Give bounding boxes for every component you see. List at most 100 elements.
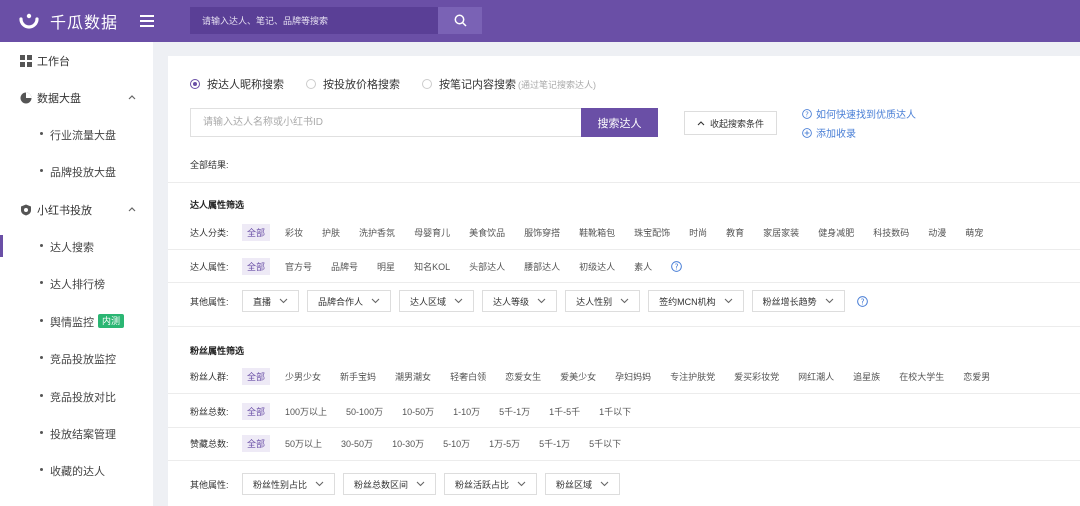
tag-category[interactable]: 母婴育儿 <box>414 226 450 239</box>
sidebar-subitem-favorites[interactable]: 收藏的达人 <box>0 459 153 481</box>
add-record-link[interactable]: 添加收录 <box>802 125 856 140</box>
tag-crowd[interactable]: 爱美少女 <box>560 370 596 383</box>
dropdown-label: 签约MCN机构 <box>659 296 716 307</box>
tag-attribute[interactable]: 素人 <box>634 260 652 273</box>
tag-crowd[interactable]: 孕妇妈妈 <box>615 370 651 383</box>
tag-category[interactable]: 护肤 <box>322 226 340 239</box>
tag-category[interactable]: 动漫 <box>928 226 946 239</box>
tag-attribute[interactable]: 品牌号 <box>331 260 358 273</box>
question-icon[interactable]: ? <box>856 295 868 307</box>
tag-crowd[interactable]: 网红潮人 <box>798 370 834 383</box>
tag-crowd[interactable]: 少男少女 <box>285 370 321 383</box>
sidebar-subitem-influencer-ranking[interactable]: 达人排行榜 <box>0 272 153 294</box>
tag-attribute[interactable]: 腰部达人 <box>524 260 560 273</box>
menu-toggle-icon[interactable] <box>140 15 154 27</box>
tag-crowd[interactable]: 轻奢白领 <box>450 370 486 383</box>
tag-fans-range[interactable]: 50-100万 <box>346 405 383 418</box>
dropdown-level[interactable]: 达人等级 <box>482 290 558 312</box>
tag-category[interactable]: 美食饮品 <box>469 226 505 239</box>
tag-fans-range[interactable]: 1千-5千 <box>549 405 580 418</box>
tag-crowd[interactable]: 恋爱女生 <box>505 370 541 383</box>
tag-attribute[interactable]: 头部达人 <box>469 260 505 273</box>
dropdown-fans-region[interactable]: 粉丝区域 <box>545 473 621 495</box>
dropdown-fans-total-range[interactable]: 粉丝总数区间 <box>343 473 437 495</box>
sidebar-item-data-dashboard[interactable]: 数据大盘 <box>0 87 153 109</box>
tag-likes-range[interactable]: 1万-5万 <box>489 437 520 450</box>
tag-likes-range[interactable]: 5千-1万 <box>539 437 570 450</box>
tag-crowd[interactable]: 恋爱男 <box>963 370 990 383</box>
collapse-conditions-button[interactable]: 收起搜索条件 <box>684 111 777 135</box>
tag-crowd[interactable]: 新手宝妈 <box>340 370 376 383</box>
sidebar-subitem-brand-placement[interactable]: 品牌投放大盘 <box>0 160 153 182</box>
sidebar-item-xhs-placement[interactable]: 小红书投放 <box>0 199 153 221</box>
tag-attribute[interactable]: 官方号 <box>285 260 312 273</box>
tag-likes-range[interactable]: 50万以上 <box>285 437 322 450</box>
dropdown-fans-gender[interactable]: 粉丝性别占比 <box>242 473 336 495</box>
tag-category[interactable]: 科技数码 <box>873 226 909 239</box>
tag-fans-range[interactable]: 10-50万 <box>402 405 434 418</box>
radio-nickname-search[interactable]: 按达人昵称搜索 <box>190 76 284 92</box>
tag-category[interactable]: 时尚 <box>689 226 707 239</box>
global-search-button[interactable] <box>438 7 482 34</box>
tag-likes-range[interactable]: 30-50万 <box>341 437 373 450</box>
tag-category[interactable]: 家居家装 <box>763 226 799 239</box>
tag-fans-range[interactable]: 1-10万 <box>453 405 480 418</box>
influencer-search-input[interactable] <box>190 108 581 137</box>
question-icon[interactable]: ? <box>671 260 682 272</box>
dropdown-region[interactable]: 达人区域 <box>399 290 475 312</box>
sidebar-item-label: 数据大盘 <box>37 93 81 105</box>
tag-category[interactable]: 教育 <box>726 226 744 239</box>
tag-all[interactable]: 全部 <box>242 257 271 275</box>
tag-category[interactable]: 洗护香氛 <box>359 226 395 239</box>
tag-fans-range[interactable]: 1千以下 <box>599 405 631 418</box>
dropdown-fans-trend[interactable]: 粉丝增长趋势 <box>751 290 845 312</box>
sidebar-subitem-competitor-compare[interactable]: 竞品投放对比 <box>0 385 153 407</box>
tag-crowd[interactable]: 在校大学生 <box>899 370 944 383</box>
radio-note-search[interactable]: 按笔记内容搜索 (通过笔记搜索达人) <box>422 76 596 92</box>
logo[interactable]: 千瓜数据 <box>18 9 138 33</box>
dropdown-live[interactable]: 直播 <box>242 290 300 312</box>
sidebar-subitem-sentiment-monitor[interactable]: 舆情监控 内测 <box>0 310 153 332</box>
tag-category[interactable]: 彩妆 <box>285 226 303 239</box>
tag-category[interactable]: 鞋靴箱包 <box>579 226 615 239</box>
filter-row-attribute: 达人属性: 全部 官方号 品牌号 明星 知名KOL 头部达人 腰部达人 初级达人… <box>190 256 682 276</box>
sidebar-subitem-influencer-search[interactable]: 达人搜索 <box>0 235 153 257</box>
tag-all[interactable]: 全部 <box>242 223 271 241</box>
tag-likes-range[interactable]: 5-10万 <box>443 437 470 450</box>
tag-category[interactable]: 健身减肥 <box>818 226 854 239</box>
sidebar-subitem-industry-flow[interactable]: 行业流量大盘 <box>0 123 153 145</box>
tag-all[interactable]: 全部 <box>242 402 271 420</box>
help-link-find-influencer[interactable]: ? 如何快速找到优质达人 <box>802 106 916 121</box>
radio-hint: (通过笔记搜索达人) <box>518 79 596 90</box>
dropdown-mcn[interactable]: 签约MCN机构 <box>648 290 744 312</box>
sidebar-subitem-case-management[interactable]: 投放结案管理 <box>0 422 153 444</box>
search-influencer-button[interactable]: 搜索达人 <box>581 108 658 137</box>
tag-category[interactable]: 珠宝配饰 <box>634 226 670 239</box>
tag-fans-range[interactable]: 5千-1万 <box>499 405 530 418</box>
tag-attribute[interactable]: 明星 <box>377 260 395 273</box>
tag-crowd[interactable]: 专注护肤党 <box>670 370 715 383</box>
tag-crowd[interactable]: 追星族 <box>853 370 880 383</box>
tag-fans-range[interactable]: 100万以上 <box>285 405 327 418</box>
chevron-down-icon <box>620 298 629 304</box>
sidebar-item-workbench[interactable]: 工作台 <box>0 50 153 72</box>
tag-attribute[interactable]: 初级达人 <box>579 260 615 273</box>
tag-category[interactable]: 服饰穿搭 <box>524 226 560 239</box>
tag-all[interactable]: 全部 <box>242 434 271 452</box>
tag-likes-range[interactable]: 10-30万 <box>392 437 424 450</box>
sidebar-subitem-competitor-monitor[interactable]: 竞品投放监控 <box>0 347 153 369</box>
dropdown-label: 粉丝性别占比 <box>253 479 308 490</box>
global-search-input[interactable] <box>190 7 438 34</box>
dropdown-gender[interactable]: 达人性别 <box>565 290 641 312</box>
chevron-up-icon <box>128 207 136 212</box>
tag-crowd[interactable]: 潮男潮女 <box>395 370 431 383</box>
dropdown-brand-partner[interactable]: 品牌合作人 <box>307 290 392 312</box>
dropdown-fans-active[interactable]: 粉丝活跃占比 <box>444 473 538 495</box>
tag-category[interactable]: 萌宠 <box>965 226 983 239</box>
tag-likes-range[interactable]: 5千以下 <box>589 437 621 450</box>
tag-crowd[interactable]: 爱买彩妆党 <box>734 370 779 383</box>
tag-all[interactable]: 全部 <box>242 367 271 385</box>
tag-attribute[interactable]: 知名KOL <box>414 260 450 273</box>
radio-label: 按达人昵称搜索 <box>207 79 284 91</box>
radio-price-search[interactable]: 按投放价格搜索 <box>306 76 400 92</box>
